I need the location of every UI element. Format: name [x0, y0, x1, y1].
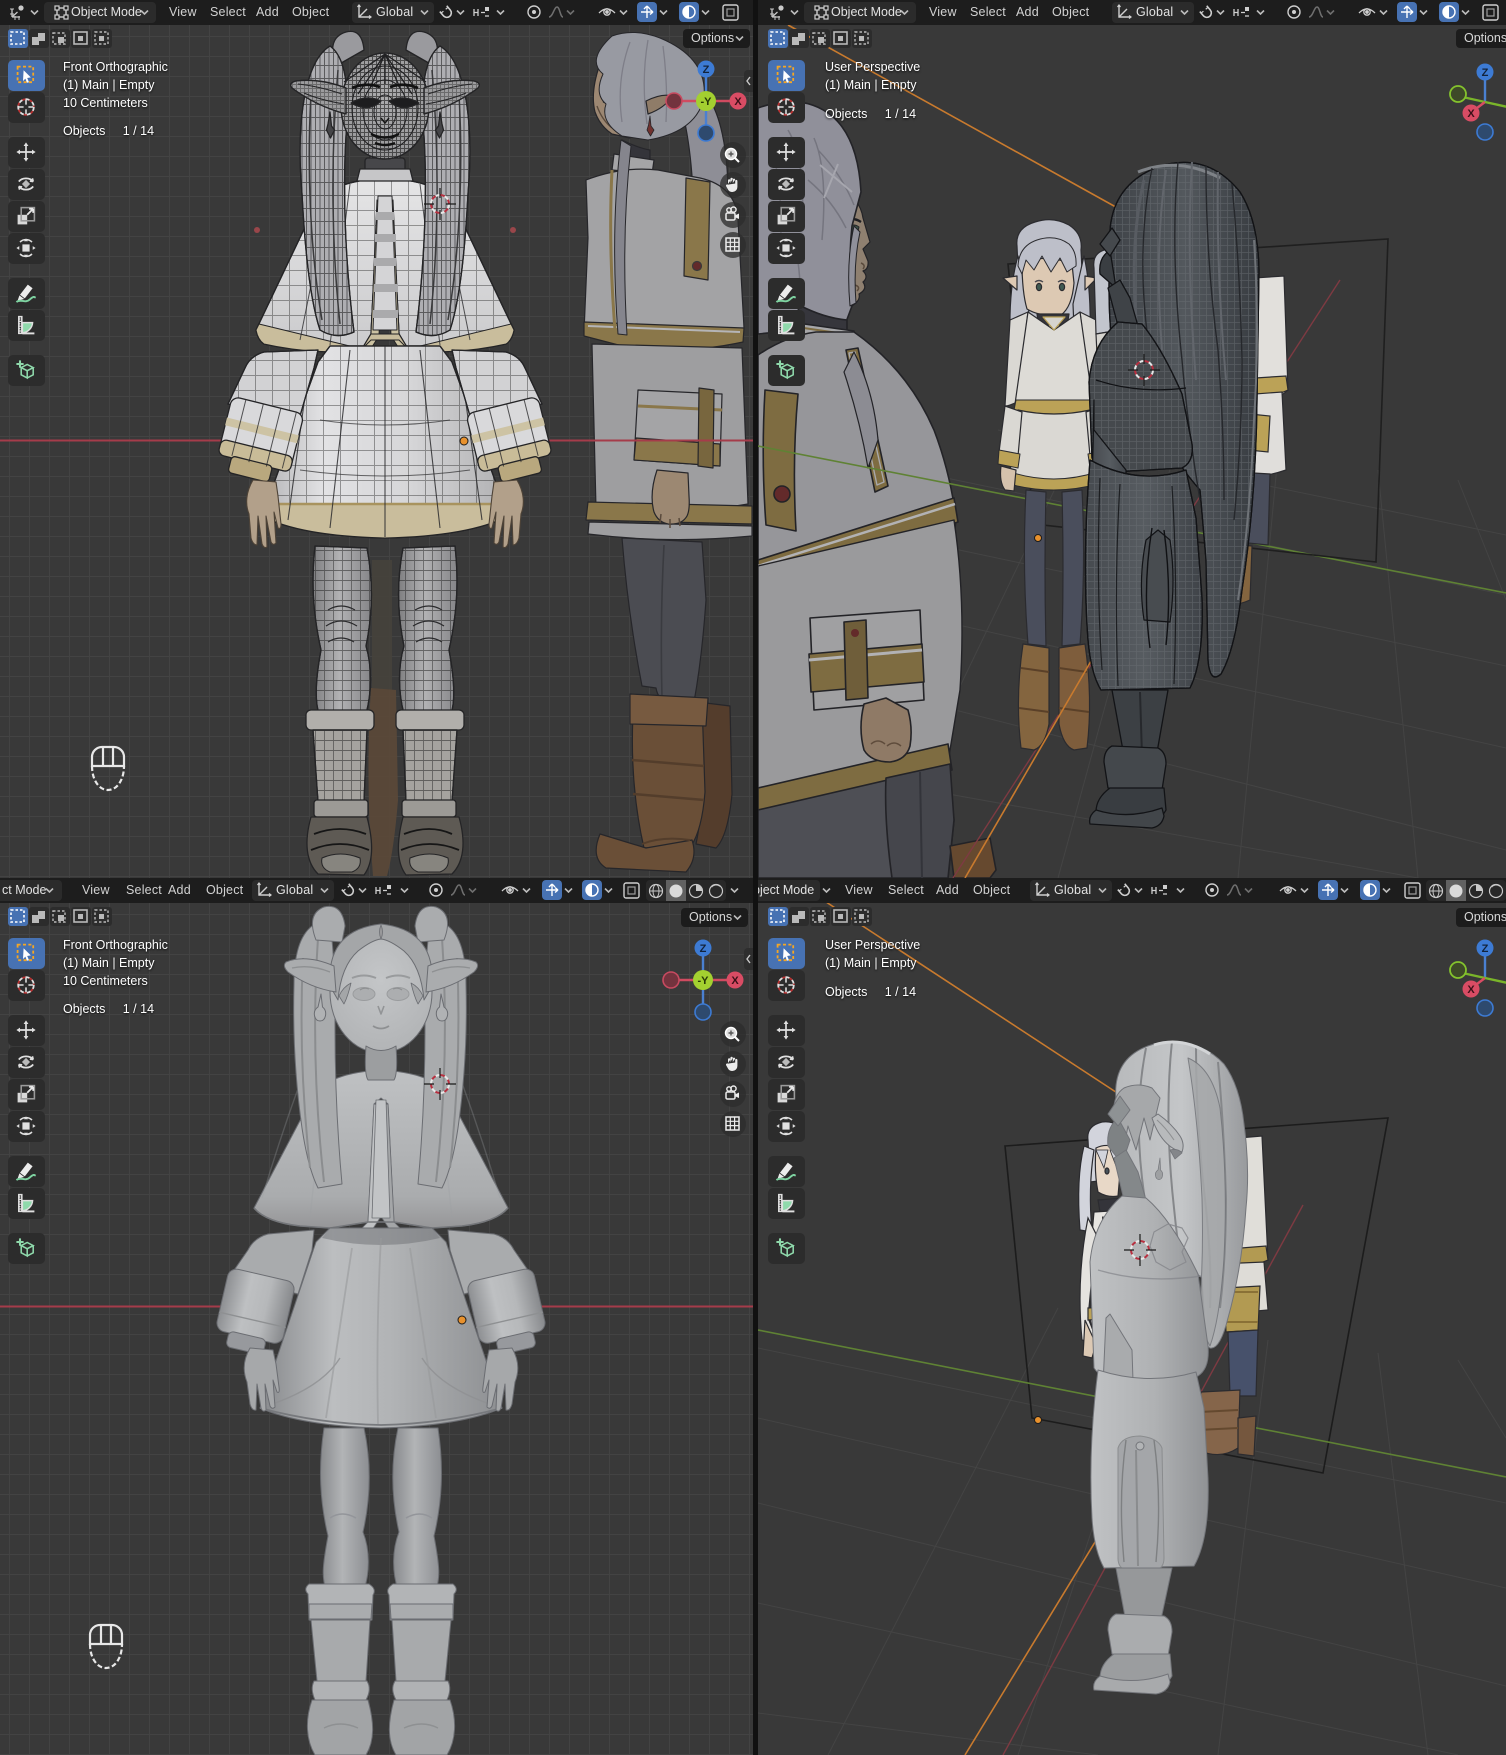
- svg-text:X: X: [1467, 984, 1475, 996]
- svg-text:Z: Z: [1482, 943, 1489, 955]
- svg-text:-Y: -Y: [701, 96, 713, 108]
- svg-text:X: X: [734, 96, 742, 108]
- svg-text:Z: Z: [703, 64, 710, 76]
- svg-text:Z: Z: [1482, 67, 1489, 79]
- svg-text:X: X: [731, 975, 739, 987]
- svg-text:X: X: [1467, 108, 1475, 120]
- svg-text:-Y: -Y: [698, 975, 710, 987]
- svg-text:Z: Z: [700, 943, 707, 955]
